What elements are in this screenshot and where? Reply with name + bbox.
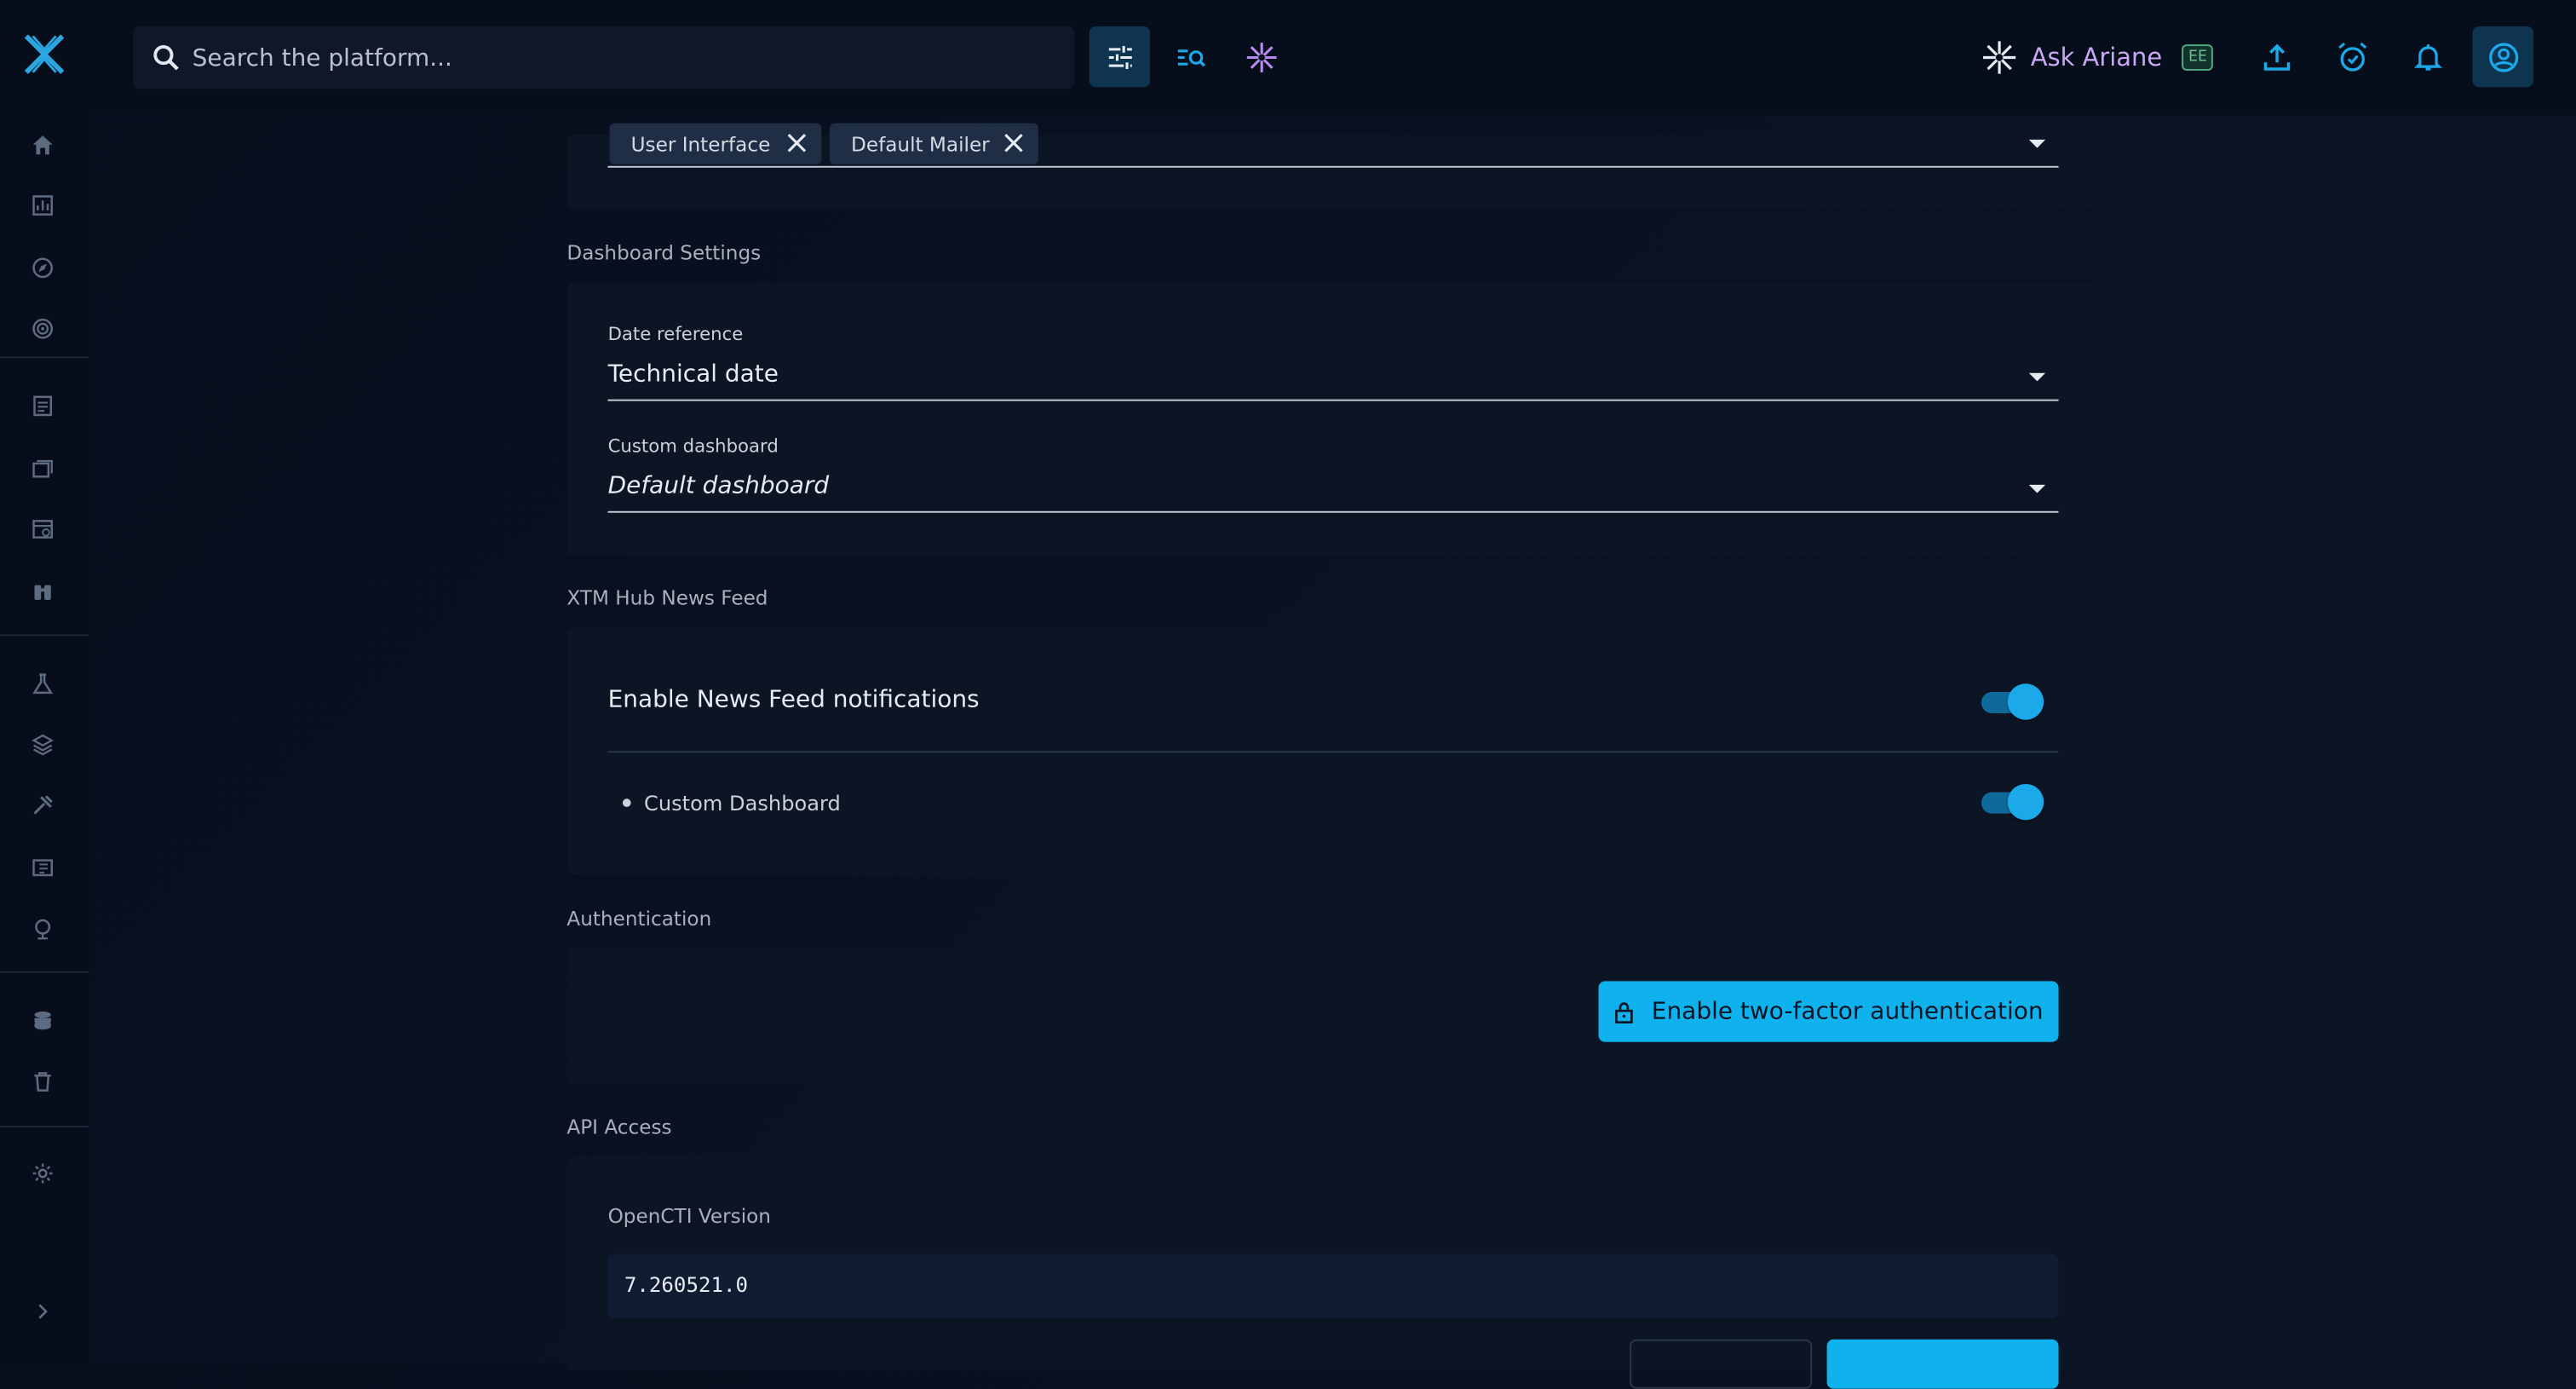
- settings-icon[interactable]: [28, 1159, 58, 1189]
- date-reference-underline: [607, 399, 2059, 401]
- search-icon: [151, 43, 181, 72]
- ee-badge: EE: [2182, 44, 2214, 71]
- enable-news-feed-toggle[interactable]: [1981, 683, 2044, 720]
- custom-dashboard-feed-label: Custom Dashboard: [644, 790, 841, 816]
- opencti-version-value: 7.260521.0: [624, 1271, 749, 1297]
- primary-button[interactable]: [1826, 1339, 2059, 1389]
- cases-icon[interactable]: [28, 453, 58, 483]
- tags-select-underline: [607, 165, 2059, 168]
- upload-button[interactable]: [2245, 26, 2306, 87]
- chevron-down-icon[interactable]: [2028, 139, 2046, 148]
- techniques-icon[interactable]: [28, 791, 58, 821]
- enable-2fa-label: Enable two-factor authentication: [1651, 998, 2044, 1025]
- dashboard-settings-card: [566, 282, 2100, 556]
- chevron-down-icon[interactable]: [2028, 484, 2046, 493]
- ask-ariane-button[interactable]: Ask Ariane EE: [1981, 33, 2214, 83]
- dashboard-settings-title: Dashboard Settings: [566, 241, 762, 265]
- filters-button[interactable]: [1089, 26, 1151, 88]
- secondary-button[interactable]: [1630, 1339, 1813, 1389]
- search-list-icon: [1176, 49, 1205, 66]
- entities-icon[interactable]: [28, 853, 58, 883]
- enable-2fa-button[interactable]: Enable two-factor authentication: [1598, 981, 2059, 1042]
- alarm-icon: [2337, 41, 2366, 71]
- search-bulk-button[interactable]: [1160, 26, 1221, 87]
- close-icon[interactable]: [785, 131, 808, 154]
- notifications-button[interactable]: [2397, 26, 2458, 87]
- locations-icon[interactable]: [28, 914, 58, 943]
- news-feed-title: XTM Hub News Feed: [566, 586, 768, 610]
- tag-chip[interactable]: Default Mailer: [829, 123, 1038, 164]
- custom-dashboard-feed-toggle[interactable]: [1981, 783, 2044, 821]
- chevron-right-icon[interactable]: [28, 1297, 58, 1327]
- tune-icon: [1107, 45, 1131, 69]
- trash-icon[interactable]: [28, 1067, 58, 1097]
- opencti-version-label: OpenCTI Version: [607, 1204, 771, 1228]
- opencti-logo[interactable]: [23, 33, 66, 76]
- lock-icon: [1615, 1001, 1634, 1023]
- ai-sparkle-icon: [1983, 41, 2016, 74]
- close-icon[interactable]: [1002, 131, 1025, 154]
- enable-news-feed-label: Enable News Feed notifications: [607, 687, 980, 714]
- date-reference-select[interactable]: Technical date: [608, 361, 779, 388]
- sidebar-divider: [0, 634, 89, 637]
- account-icon: [2488, 42, 2518, 72]
- api-access-title: API Access: [566, 1115, 672, 1139]
- custom-dashboard-label: Custom dashboard: [607, 435, 779, 458]
- profile-button[interactable]: [2472, 26, 2533, 88]
- tag-chip[interactable]: User Interface: [609, 123, 822, 164]
- bell-icon: [2413, 43, 2442, 70]
- upload-icon: [2263, 43, 2290, 70]
- news-feed-divider: [607, 751, 2059, 753]
- alarm-button[interactable]: [2321, 26, 2382, 87]
- chevron-down-icon[interactable]: [2028, 372, 2046, 382]
- search-input[interactable]: [188, 26, 1050, 93]
- home-icon[interactable]: [28, 130, 58, 159]
- tag-label: User Interface: [630, 132, 771, 156]
- radar-icon[interactable]: [28, 314, 58, 343]
- tag-label: Default Mailer: [851, 132, 990, 156]
- date-reference-label: Date reference: [607, 323, 744, 346]
- ai-sparkle-icon: [1245, 42, 1276, 72]
- sidebar-divider: [0, 1126, 89, 1128]
- report-icon[interactable]: [28, 391, 58, 421]
- sidebar-divider: [0, 356, 89, 359]
- data-icon[interactable]: [28, 1006, 58, 1035]
- arsenal-icon[interactable]: [28, 729, 58, 759]
- custom-dashboard-underline: [607, 510, 2059, 513]
- explore-icon[interactable]: [28, 253, 58, 283]
- ai-assist-button[interactable]: [1231, 26, 1291, 87]
- dashboard-icon[interactable]: [28, 191, 58, 221]
- observations-icon[interactable]: [28, 577, 58, 607]
- sidebar: [0, 0, 89, 1364]
- search-bar[interactable]: [133, 26, 1075, 93]
- sidebar-divider: [0, 971, 89, 973]
- threats-icon[interactable]: [28, 669, 58, 699]
- ask-ariane-label: Ask Ariane: [2030, 43, 2163, 72]
- opencti-version-field: 7.260521.0: [607, 1254, 2059, 1318]
- events-icon[interactable]: [28, 515, 58, 545]
- authentication-title: Authentication: [566, 907, 712, 931]
- bullet: [622, 798, 631, 807]
- custom-dashboard-select[interactable]: Default dashboard: [608, 473, 830, 499]
